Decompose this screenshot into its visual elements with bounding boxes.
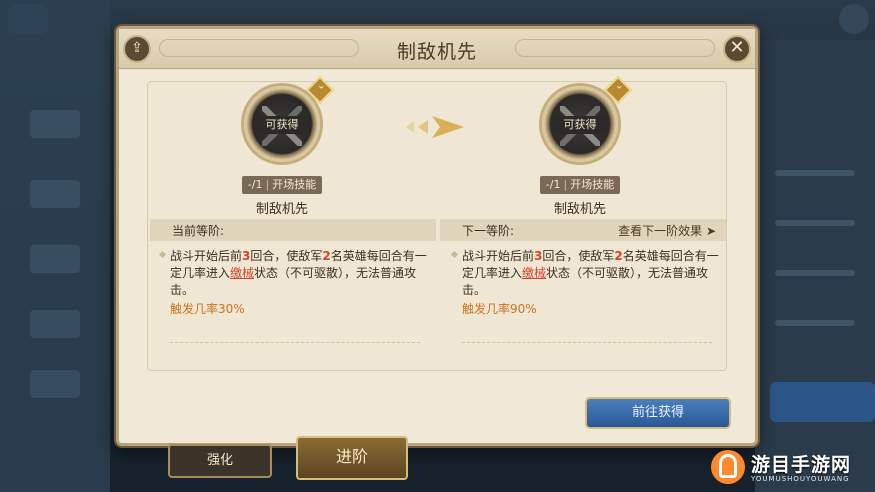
tab-advance[interactable]: 进阶 (296, 436, 408, 480)
view-next-level-link[interactable]: 查看下一阶效果 ➤ (618, 222, 716, 239)
bullet-icon (158, 250, 167, 259)
background-left-tab (30, 180, 80, 208)
watermark-name: 游目手游网 (751, 454, 852, 476)
next-skill: 可获得 ⌄ -/1 | 开场技能 制敌机先 (520, 75, 640, 217)
background-line (775, 320, 855, 326)
tab-strengthen[interactable]: 强化 (168, 444, 272, 478)
watermark-logo-icon (711, 450, 745, 484)
background-line (775, 270, 855, 276)
obtainable-label: 可获得 (254, 116, 310, 134)
expand-badge-icon: ⌄ (305, 75, 335, 105)
current-level-description: 战斗开始后前3回合，使敌军2名英雄每回合有一定几率进入缴械状态（不可驱散），无法… (158, 248, 432, 318)
skill-emblem-icon[interactable]: 可获得 ⌄ (244, 75, 335, 162)
desc-text: 回合，使敌军 (250, 249, 323, 263)
status-link[interactable]: 缴械 (522, 266, 546, 280)
go-obtain-button[interactable]: 前往获得 (585, 397, 731, 429)
desc-text: 战斗开始后前 (170, 249, 243, 263)
desc-text: 战斗开始后前 (462, 249, 535, 263)
share-icon[interactable]: ⇪ (123, 35, 151, 63)
trigger-rate: 触发几率90% (462, 302, 537, 316)
obtainable-label: 可获得 (552, 116, 608, 134)
bullet-icon (450, 250, 459, 259)
background-left-panel (0, 0, 110, 492)
upgrade-arrow-icon (406, 116, 464, 138)
close-icon[interactable]: ✕ (723, 35, 751, 63)
background-line (775, 220, 855, 226)
background-line (775, 170, 855, 176)
background-left-tab (30, 245, 80, 273)
divider (462, 342, 712, 343)
background-left-tab (30, 110, 80, 138)
skill-type: 开场技能 (570, 178, 615, 191)
next-level-label: 下一等阶: (462, 224, 515, 238)
skill-detail-dialog: 制敌机先 ⇪ ✕ 可获得 ⌄ -/1 | 开场技能 制敌机先 可获得 ⌄ -/1… (116, 26, 758, 446)
desc-number: 2 (614, 249, 623, 263)
current-level-header: 当前等阶: (150, 219, 436, 241)
background-right-button (770, 382, 875, 422)
watermark: 游目手游网 YOUMUSHOUYOUWANG (711, 448, 869, 488)
background-left-tab (30, 370, 80, 398)
skill-tag: -/1 | 开场技能 (539, 176, 621, 194)
status-link[interactable]: 缴械 (230, 266, 254, 280)
next-level-header: 下一等阶: 查看下一阶效果 ➤ (440, 219, 726, 241)
view-next-level-text: 查看下一阶效果 (618, 224, 703, 238)
current-level-label: 当前等阶: (172, 224, 225, 238)
skill-panel: 可获得 ⌄ -/1 | 开场技能 制敌机先 可获得 ⌄ -/1 | 开场技能 制敌机先 (147, 75, 727, 371)
skill-level: -/1 (247, 178, 263, 191)
skill-name: 制敌机先 (553, 202, 606, 217)
next-level-description: 战斗开始后前3回合，使敌军2名英雄每回合有一定几率进入缴械状态（不可驱散），无法… (450, 248, 724, 318)
desc-number: 2 (322, 249, 331, 263)
skill-level: -/1 (545, 178, 561, 191)
dialog-title-bar: 制敌机先 ⇪ ✕ (119, 29, 755, 69)
trigger-rate: 触发几率30% (170, 302, 245, 316)
current-skill: 可获得 ⌄ -/1 | 开场技能 制敌机先 (222, 75, 342, 217)
background-right-panel (755, 40, 875, 492)
skill-tag: -/1 | 开场技能 (241, 176, 323, 194)
desc-text: 回合，使敌军 (542, 249, 615, 263)
skill-emblem-icon[interactable]: 可获得 ⌄ (542, 75, 633, 162)
expand-badge-icon: ⌄ (603, 75, 633, 105)
watermark-sub: YOUMUSHOUYOUWANG (751, 475, 850, 483)
skill-type: 开场技能 (272, 178, 317, 191)
skill-name: 制敌机先 (255, 202, 308, 217)
divider (170, 342, 420, 343)
background-left-tab (30, 310, 80, 338)
arrow-right-icon: ➤ (705, 224, 716, 238)
background-corner-button (839, 4, 869, 34)
dialog-title: 制敌机先 (396, 41, 477, 63)
